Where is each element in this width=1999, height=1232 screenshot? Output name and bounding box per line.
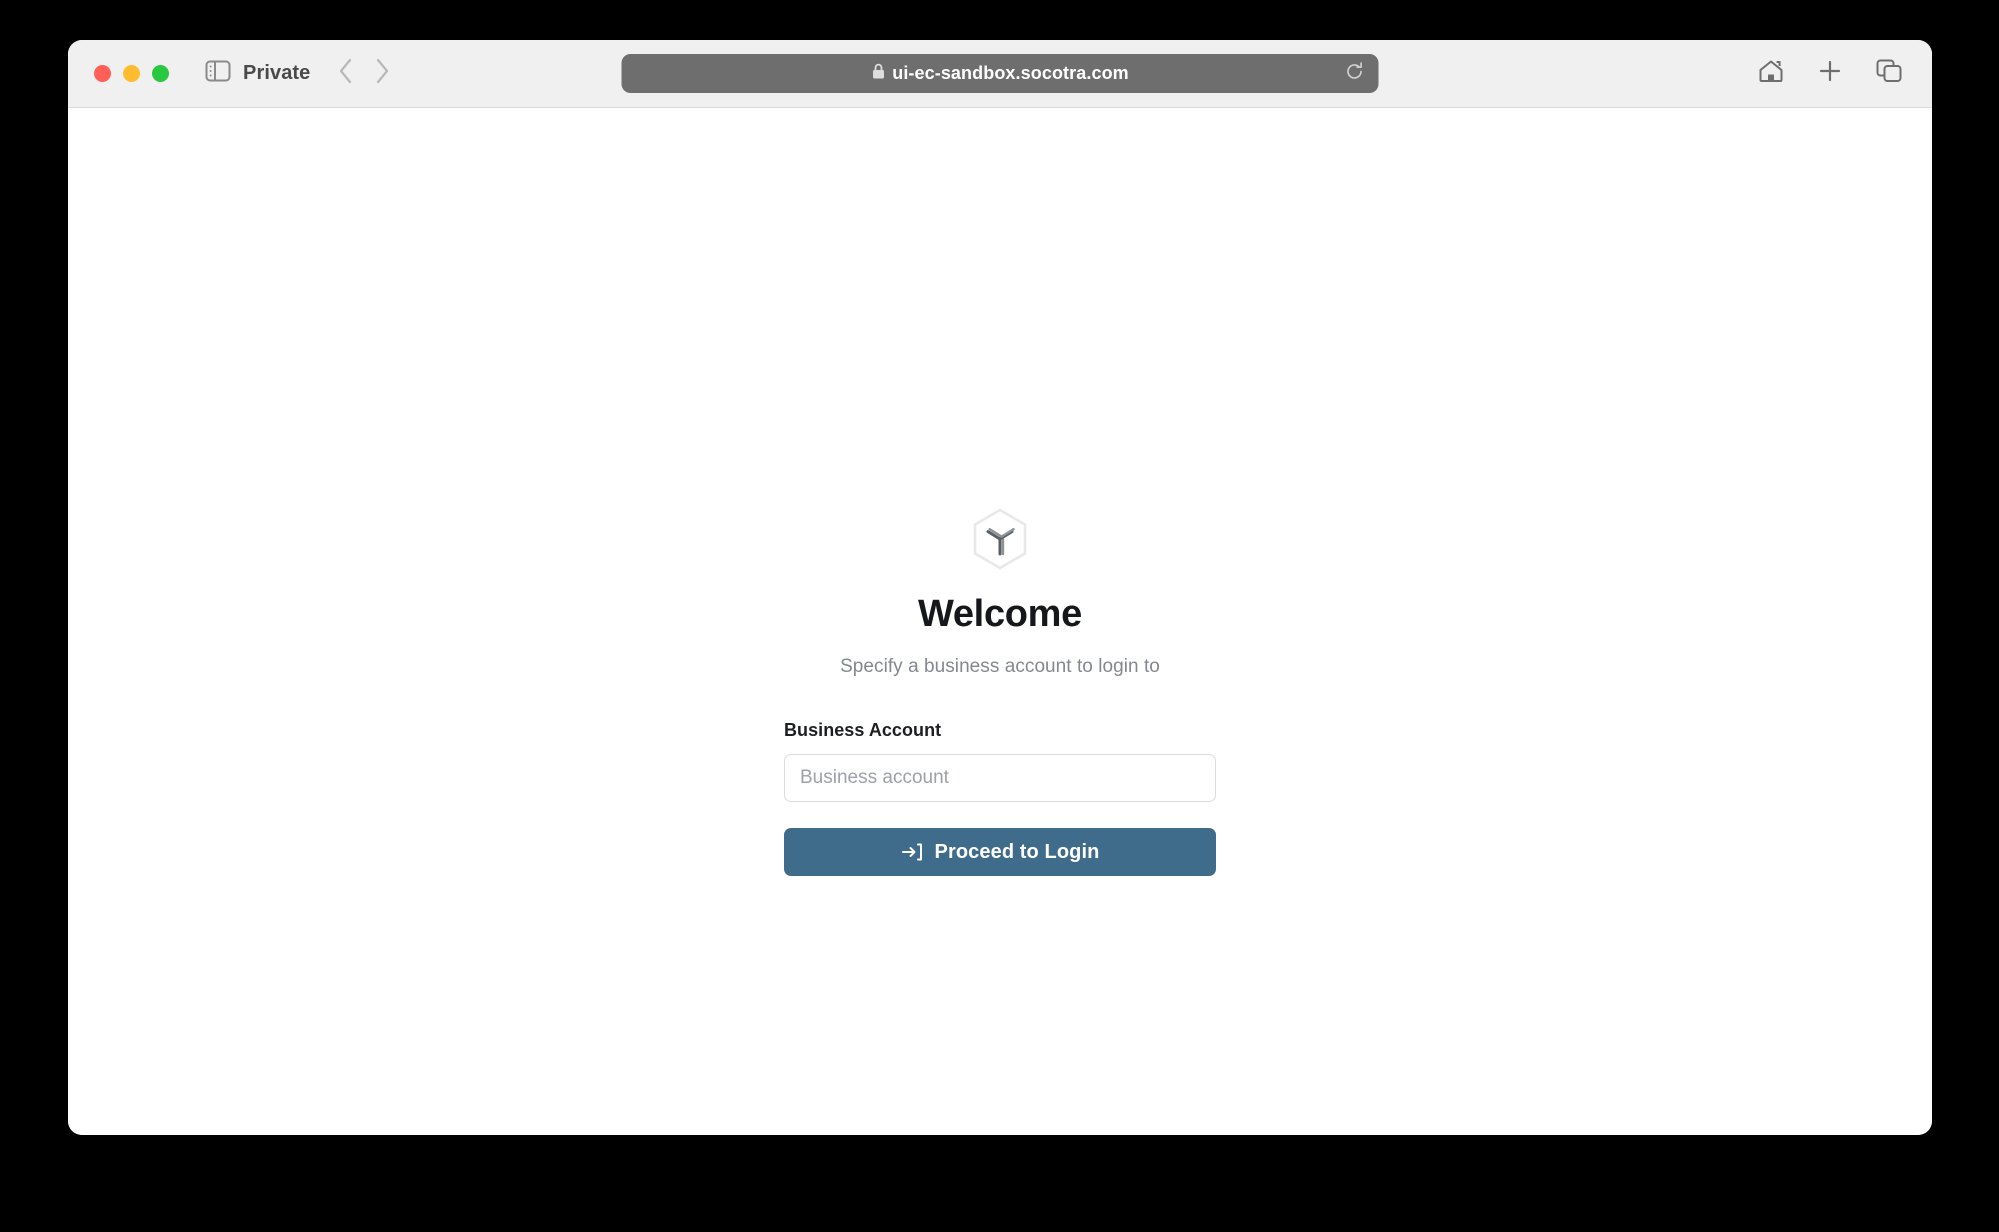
maximize-window-button[interactable]	[152, 65, 169, 82]
lock-icon	[871, 63, 885, 85]
reload-button[interactable]	[1345, 61, 1365, 86]
new-tab-icon	[1818, 59, 1842, 88]
tab-overview-button[interactable]	[1876, 59, 1902, 88]
address-bar-content: ui-ec-sandbox.socotra.com	[871, 63, 1129, 85]
back-button[interactable]	[338, 58, 354, 89]
sidebar-toggle-button[interactable]	[205, 60, 231, 87]
forward-button[interactable]	[374, 58, 390, 89]
private-browsing-label: Private	[243, 62, 311, 84]
sidebar-icon	[205, 60, 231, 87]
navigation-buttons	[338, 58, 390, 89]
page-content: Welcome Specify a business account to lo…	[68, 108, 1932, 1135]
address-bar-url: ui-ec-sandbox.socotra.com	[892, 63, 1129, 83]
business-account-input[interactable]	[784, 754, 1216, 802]
home-icon	[1758, 59, 1784, 88]
page-title: Welcome	[917, 593, 1083, 635]
proceed-to-login-label: Proceed to Login	[934, 840, 1100, 863]
business-account-label: Business Account	[784, 720, 942, 740]
minimize-window-button[interactable]	[123, 65, 140, 82]
toolbar-actions	[1758, 59, 1902, 88]
login-card: Welcome Specify a business account to lo…	[784, 508, 1216, 876]
browser-window: Private ui-ec-sandbox.socotra.com Welcom…	[68, 40, 1932, 1135]
login-form: Business Account Proceed to Login	[784, 720, 1216, 876]
reload-icon	[1345, 61, 1365, 86]
page-subtitle: Specify a business account to login to	[840, 656, 1160, 677]
address-bar[interactable]: ui-ec-sandbox.socotra.com	[621, 54, 1379, 93]
chevron-right-icon	[374, 58, 390, 89]
window-controls	[94, 65, 169, 82]
tab-overview-icon	[1876, 59, 1902, 88]
browser-toolbar: Private ui-ec-sandbox.socotra.com	[68, 40, 1932, 108]
socotra-hexagon-logo	[972, 508, 1028, 575]
new-tab-button[interactable]	[1818, 59, 1842, 88]
chevron-left-icon	[338, 58, 354, 89]
sign-in-icon	[901, 841, 923, 863]
proceed-to-login-button[interactable]: Proceed to Login	[784, 828, 1216, 876]
close-window-button[interactable]	[94, 65, 111, 82]
home-button[interactable]	[1758, 59, 1784, 88]
